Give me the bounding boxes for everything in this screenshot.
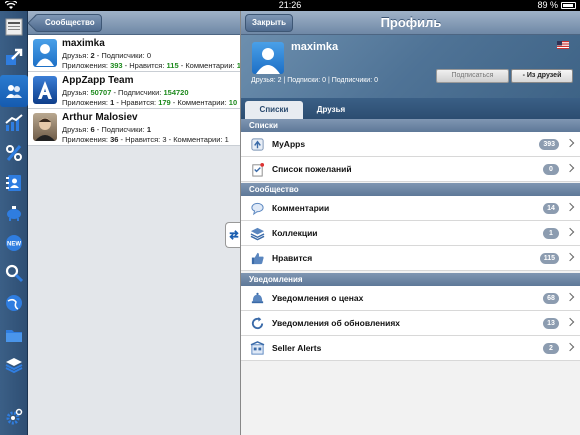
row-wishlist[interactable]: Список пожеланий 0: [241, 157, 580, 182]
section-header-lists: Списки: [241, 119, 580, 132]
comments-icon: [251, 202, 264, 216]
page-title: Профиль: [380, 15, 442, 30]
folder-icon[interactable]: [2, 323, 26, 347]
seller-alert-icon: [250, 341, 265, 355]
user-list: maximka Друзья: 2 - Подписчики: 0 Прилож…: [28, 35, 245, 146]
back-button[interactable]: Сообщество: [34, 14, 102, 32]
stack-icon[interactable]: [2, 353, 26, 377]
left-navbar: Сообщество: [28, 11, 240, 35]
follow-button[interactable]: Подписаться: [436, 69, 509, 83]
section-header-notifications: Уведомления: [241, 273, 580, 286]
appzapp-logo-icon: [33, 76, 57, 104]
user-name: maximka: [62, 38, 105, 49]
right-navbar: Закрыть Профиль: [241, 11, 580, 35]
row-collections[interactable]: Коллекции 1: [241, 221, 580, 246]
globe-icon[interactable]: [2, 291, 26, 315]
like-icon: [251, 252, 264, 265]
avatar: [33, 113, 57, 141]
update-alert-icon: [251, 316, 264, 330]
profile-stats: Друзья: 2 | Подписки: 0 | Подписчики: 0: [251, 77, 379, 84]
count-badge: 13: [543, 318, 559, 329]
apps-icon: [251, 138, 264, 151]
count-badge: 0: [543, 164, 559, 175]
row-seller-alerts[interactable]: Seller Alerts 2: [241, 336, 580, 361]
panel-swap-button[interactable]: [225, 222, 241, 248]
chevron-right-icon: [565, 227, 575, 237]
row-price-alerts[interactable]: Уведомления о ценах 68: [241, 286, 580, 311]
percent-icon[interactable]: [2, 141, 26, 165]
tab-bar: Списки Друзья: [241, 98, 580, 119]
unfriend-button[interactable]: - Из друзей: [511, 69, 573, 83]
icon-dock: NEW: [0, 11, 28, 435]
list-item[interactable]: AppZapp Team Друзья: 50707 - Подписчики:…: [28, 72, 240, 109]
count-badge: 393: [539, 139, 559, 150]
us-flag-icon: [557, 41, 569, 49]
price-alert-icon: [251, 292, 264, 304]
chevron-right-icon: [565, 252, 575, 262]
profile-header: maximka Друзья: 2 | Подписки: 0 | Подпис…: [241, 35, 580, 98]
user-app-stats: Приложения: 393 - Нравится: 115 - Коммен…: [62, 61, 245, 70]
user-name: AppZapp Team: [62, 75, 134, 86]
share-icon[interactable]: [2, 45, 26, 69]
list-item[interactable]: maximka Друзья: 2 - Подписчики: 0 Прилож…: [28, 35, 245, 72]
piggybank-icon[interactable]: [2, 201, 26, 225]
wishlist-icon: [252, 162, 265, 177]
search-icon[interactable]: [2, 261, 26, 285]
news-icon[interactable]: [2, 15, 26, 39]
settings-icon[interactable]: [2, 405, 26, 429]
chevron-right-icon: [565, 317, 575, 327]
count-badge: 115: [539, 253, 559, 264]
user-social-stats: Друзья: 6 - Подписчики: 1: [62, 125, 151, 134]
profile-panel: Закрыть Профиль maximka Друзья: 2 | Подп…: [240, 11, 580, 435]
tab-lists[interactable]: Списки: [245, 101, 303, 119]
status-bar: 21:26 89 %: [0, 0, 580, 11]
list-item[interactable]: Arthur Malosiev Друзья: 6 - Подписчики: …: [28, 109, 240, 146]
chevron-right-icon: [565, 202, 575, 212]
profile-name: maximka: [291, 41, 339, 53]
user-name: Arthur Malosiev: [62, 112, 138, 123]
section-header-community: Сообщество: [241, 183, 580, 196]
chevron-right-icon: [565, 138, 575, 148]
user-app-stats: Приложения: 36 - Нравится: 3 - Комментар…: [62, 135, 229, 144]
row-comments[interactable]: Комментарии 14: [241, 196, 580, 221]
collections-icon: [250, 227, 265, 241]
status-time: 21:26: [278, 0, 302, 10]
battery-percent: 89 %: [537, 0, 558, 10]
row-likes[interactable]: Нравится 115: [241, 246, 580, 271]
chevron-right-icon: [565, 163, 575, 173]
user-app-stats: Приложения: 1 - Нравится: 179 - Коммента…: [62, 98, 238, 107]
svg-text:NEW: NEW: [7, 242, 21, 248]
chevron-right-icon: [565, 342, 575, 352]
social-icon[interactable]: [0, 75, 28, 107]
swap-arrows-icon: [228, 230, 239, 240]
chart-icon[interactable]: [2, 111, 26, 135]
row-myapps[interactable]: MyApps 393: [241, 132, 580, 157]
user-social-stats: Друзья: 2 - Подписчики: 0: [62, 51, 151, 60]
new-icon[interactable]: NEW: [2, 231, 26, 255]
count-badge: 68: [543, 293, 559, 304]
tab-friends[interactable]: Друзья: [307, 101, 355, 119]
count-badge: 14: [543, 203, 559, 214]
row-update-alerts[interactable]: Уведомления об обновлениях 13: [241, 311, 580, 336]
avatar: [33, 39, 57, 67]
count-badge: 2: [543, 343, 559, 354]
user-social-stats: Друзья: 50707 - Подписчики: 154720: [62, 88, 189, 97]
contacts-icon[interactable]: [2, 171, 26, 195]
battery-icon: [561, 2, 576, 9]
community-panel: Сообщество maximka Друзья: 2 - Подписчик…: [28, 11, 245, 435]
chevron-right-icon: [565, 292, 575, 302]
count-badge: 1: [543, 228, 559, 239]
avatar: [252, 42, 284, 74]
